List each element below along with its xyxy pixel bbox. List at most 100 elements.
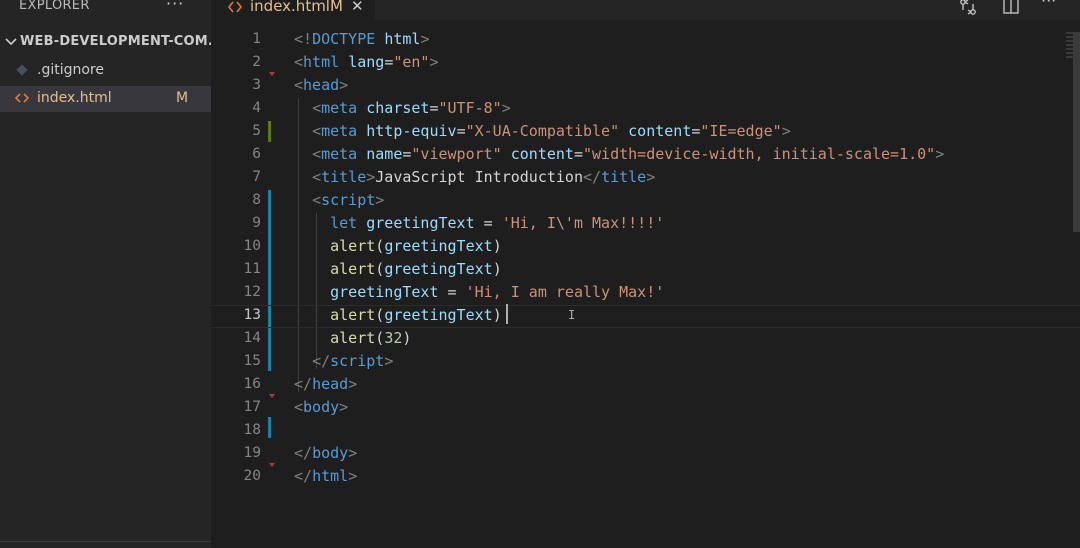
code-token: head bbox=[312, 375, 349, 393]
code-token: alert bbox=[330, 329, 376, 347]
code-token: < bbox=[312, 122, 322, 140]
code-line[interactable]: 1 <!DOCTYPE html> bbox=[211, 29, 1080, 52]
code-token: "UTF-8" bbox=[438, 99, 502, 117]
code-line[interactable]: 17 <body> bbox=[211, 397, 1080, 420]
code-line[interactable]: 7 <title>JavaScript Introduction</title> bbox=[211, 167, 1080, 190]
code-token: > bbox=[646, 168, 656, 186]
split-editor-icon[interactable] bbox=[1001, 0, 1021, 17]
code-token: </ bbox=[312, 352, 331, 370]
code-line[interactable]: 12 greetingText = 'Hi, I am really Max!' bbox=[211, 282, 1080, 305]
tab-index-html[interactable]: index.html M ✕ bbox=[211, 0, 375, 20]
file-name: index.html bbox=[37, 90, 112, 106]
chevron-down-icon bbox=[5, 38, 17, 46]
code-token: name bbox=[366, 145, 403, 163]
text-cursor bbox=[506, 304, 508, 324]
code-token: charset bbox=[366, 99, 430, 117]
file-item-index-html[interactable]: index.html M bbox=[0, 86, 211, 112]
explorer-header: EXPLORER ··· bbox=[0, 0, 211, 18]
code-token: "width=device-width, initial-scale=1.0" bbox=[583, 145, 936, 163]
code-token: < bbox=[312, 168, 322, 186]
code-text: alert(32) bbox=[294, 329, 411, 347]
code-line[interactable]: 9 let greetingText = 'Hi, I\'m Max!!!!' bbox=[211, 213, 1080, 236]
code-text: <title>JavaScript Introduction</title> bbox=[294, 168, 655, 186]
code-line[interactable]: 14 alert(32) bbox=[211, 328, 1080, 351]
code-token: > bbox=[781, 122, 791, 140]
code-token: = bbox=[384, 53, 394, 71]
code-token: html bbox=[312, 467, 349, 485]
code-text: <head> bbox=[294, 76, 348, 94]
code-token: 'Hi, I\'m Max!!!!' bbox=[501, 214, 665, 232]
line-number: 6 bbox=[252, 146, 261, 162]
divider bbox=[0, 541, 211, 542]
code-line[interactable]: 4 <meta charset="UTF-8"> bbox=[211, 98, 1080, 121]
code-token: = bbox=[474, 214, 502, 232]
explorer-more-actions-icon[interactable]: ··· bbox=[166, 0, 184, 13]
code-text: </head> bbox=[294, 375, 357, 393]
code-text: alert(greetingText) bbox=[294, 260, 502, 278]
code-token: head bbox=[303, 76, 340, 94]
code-text: <meta http-equiv="X-UA-Compatible" conte… bbox=[294, 122, 791, 140]
more-actions-icon[interactable]: ··· bbox=[1041, 0, 1061, 11]
code-token: < bbox=[294, 76, 304, 94]
code-line[interactable]: 5 <meta http-equiv="X-UA-Compatible" con… bbox=[211, 121, 1080, 144]
code-line[interactable]: 16 </head> bbox=[211, 374, 1080, 397]
project-folder[interactable]: WEB-DEVELOPMENT-COM... bbox=[0, 34, 223, 54]
code-line[interactable]: 20 </html> bbox=[211, 466, 1080, 489]
code-token: title bbox=[601, 168, 647, 186]
code-text: <meta name="viewport" content="width=dev… bbox=[294, 145, 944, 163]
file-name: .gitignore bbox=[37, 62, 104, 78]
code-token: > bbox=[935, 145, 945, 163]
code-token: body bbox=[312, 444, 349, 462]
code-line[interactable]: 19 </body> bbox=[211, 443, 1080, 466]
code-line[interactable]: 3 <head> bbox=[211, 75, 1080, 98]
code-token: lang bbox=[348, 53, 385, 71]
line-number: 13 bbox=[243, 307, 261, 323]
code-token: = bbox=[456, 122, 466, 140]
code-line[interactable]: 8 <script> bbox=[211, 190, 1080, 213]
line-number: 17 bbox=[243, 399, 261, 415]
code-token: script bbox=[321, 191, 376, 209]
code-token: > bbox=[375, 191, 385, 209]
code-token: meta bbox=[321, 122, 367, 140]
code-token: <! bbox=[294, 30, 313, 48]
code-token: ) bbox=[402, 329, 412, 347]
code-line[interactable]: 6 <meta name="viewport" content="width=d… bbox=[211, 144, 1080, 167]
open-changes-icon[interactable] bbox=[958, 0, 978, 17]
code-text: <body> bbox=[294, 398, 348, 416]
code-token: ( bbox=[375, 329, 385, 347]
code-line[interactable]: 2 <html lang="en"> bbox=[211, 52, 1080, 75]
line-number: 19 bbox=[243, 445, 261, 461]
line-number: 20 bbox=[243, 468, 261, 484]
code-token: greetingText bbox=[366, 214, 475, 232]
code-token: "X-UA-Compatible" bbox=[465, 122, 620, 140]
code-line[interactable]: 15 </script> bbox=[211, 351, 1080, 374]
line-number: 8 bbox=[252, 192, 261, 208]
file-item-gitignore[interactable]: .gitignore bbox=[0, 58, 211, 84]
modified-badge: M bbox=[330, 0, 343, 15]
line-number: 4 bbox=[252, 100, 261, 116]
code-token: http-equiv bbox=[366, 122, 457, 140]
code-token: > bbox=[339, 76, 349, 94]
code-editor[interactable]: 1 <!DOCTYPE html> 2 <html lang="en"> 3 <head>… bbox=[211, 28, 1080, 548]
code-token: greetingText bbox=[384, 260, 493, 278]
code-line[interactable]: 13 alert(greetingText) bbox=[211, 305, 1080, 328]
code-token: > bbox=[384, 352, 394, 370]
line-number: 1 bbox=[252, 31, 261, 47]
code-token: ) bbox=[492, 237, 502, 255]
code-line[interactable]: 11 alert(greetingText) bbox=[211, 259, 1080, 282]
code-line[interactable]: 10 alert(greetingText) bbox=[211, 236, 1080, 259]
code-token: 'Hi, I am really Max!' bbox=[465, 283, 665, 301]
code-token: body bbox=[303, 398, 340, 416]
code-token: greetingText bbox=[330, 283, 439, 301]
line-number: 18 bbox=[243, 422, 261, 438]
line-number: 5 bbox=[252, 123, 261, 139]
close-icon[interactable]: ✕ bbox=[351, 0, 364, 15]
code-text: alert(greetingText) bbox=[294, 237, 502, 255]
scrollbar-thumb[interactable] bbox=[1073, 32, 1080, 232]
gitignore-icon bbox=[16, 64, 28, 76]
code-line[interactable]: 18 bbox=[211, 420, 1080, 443]
